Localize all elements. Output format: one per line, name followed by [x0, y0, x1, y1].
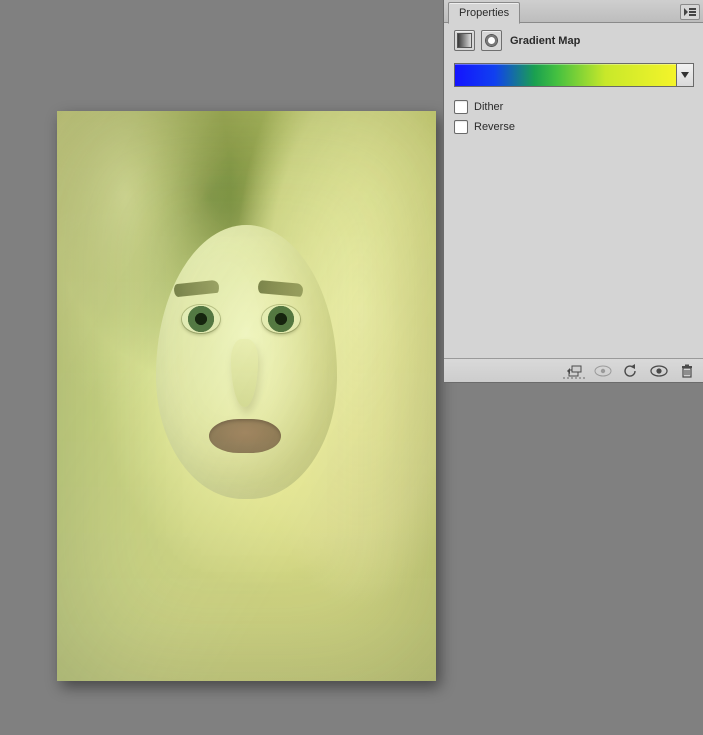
dither-checkbox[interactable]: Dither: [454, 97, 694, 117]
eye-icon: [650, 365, 668, 377]
panel-resize-grip[interactable]: [554, 377, 594, 383]
mask-circle-icon: [485, 34, 498, 47]
adjustment-header: Gradient Map: [444, 23, 703, 59]
flyout-icon: [684, 8, 696, 16]
checkbox-box-icon: [454, 120, 468, 134]
reverse-checkbox[interactable]: Reverse: [454, 117, 694, 137]
gradient-picker-dropdown[interactable]: [676, 63, 694, 87]
vignette: [57, 111, 436, 681]
properties-panel: Properties Gradient Map Dit: [443, 0, 703, 383]
clip-to-layer-icon: [567, 364, 583, 378]
canvas-art: [57, 111, 436, 681]
gradient-map-glyph-icon: [457, 33, 472, 48]
reset-icon: [623, 364, 639, 378]
toggle-layer-visibility-button[interactable]: [650, 363, 668, 379]
delete-adjustment-button[interactable]: [678, 363, 696, 379]
gradient-preview[interactable]: [454, 63, 676, 87]
tab-properties[interactable]: Properties: [448, 2, 520, 24]
checkbox-box-icon: [454, 100, 468, 114]
view-previous-state-button[interactable]: [594, 363, 612, 379]
eye-prev-icon: [594, 365, 612, 377]
panel-tab-strip: Properties: [444, 0, 703, 23]
gradient-map-options: Dither Reverse: [444, 97, 703, 137]
layer-mask-icon[interactable]: [481, 30, 502, 51]
reverse-label: Reverse: [474, 121, 515, 133]
dither-label: Dither: [474, 101, 503, 113]
properties-body: Gradient Map Dither Reverse: [444, 23, 703, 358]
gradient-row: [444, 59, 703, 97]
reset-to-defaults-button[interactable]: [622, 363, 640, 379]
tab-properties-label: Properties: [459, 7, 509, 19]
trash-icon: [680, 364, 694, 378]
adjustment-title: Gradient Map: [510, 35, 580, 47]
panel-flyout-menu-button[interactable]: [680, 4, 700, 20]
adjustment-type-icon[interactable]: [454, 30, 475, 51]
canvas-document[interactable]: [57, 111, 436, 681]
chevron-down-icon: [681, 72, 689, 78]
